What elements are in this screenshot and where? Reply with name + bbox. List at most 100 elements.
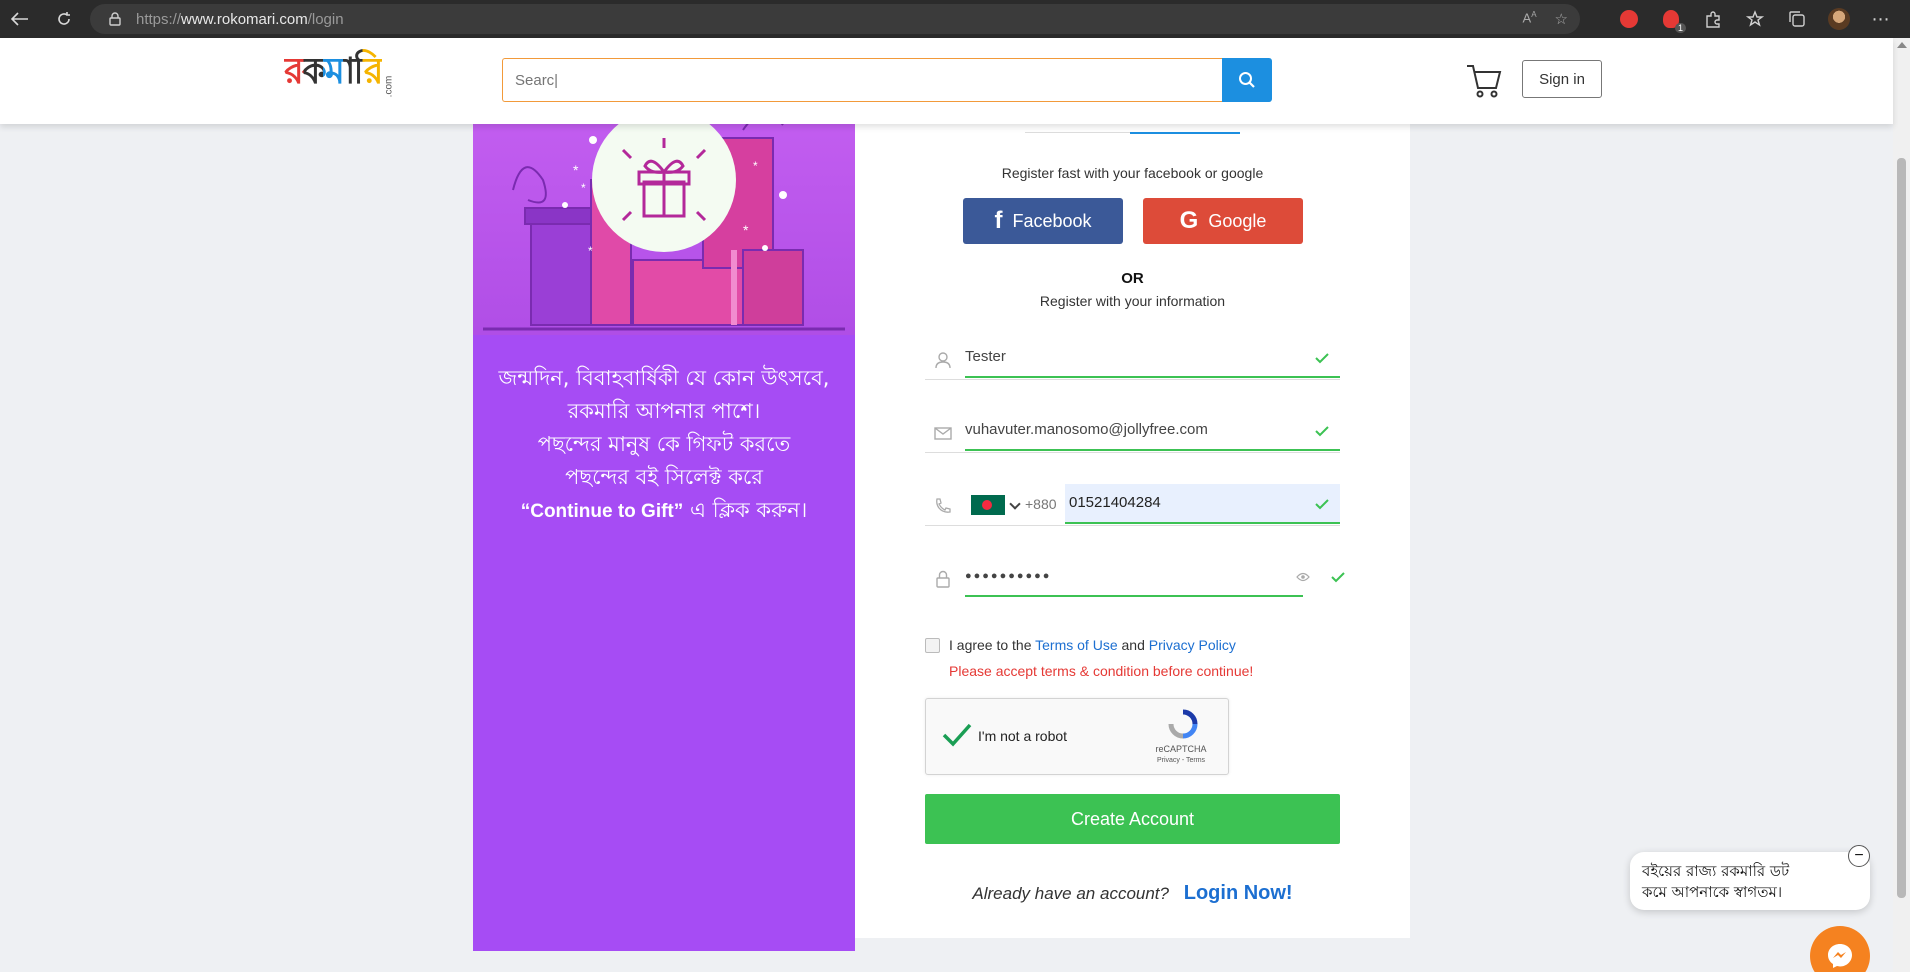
promo-line-5: “Continue to Gift” এ ক্লিক করুন। (473, 494, 855, 528)
bangladesh-flag-icon[interactable] (971, 495, 1005, 515)
name-field[interactable]: Tester (925, 338, 1340, 380)
login-prompt: Already have an account? Login Now! (855, 882, 1410, 905)
name-valid-check-icon (1315, 353, 1329, 364)
logo-com: .com (382, 75, 394, 98)
email-valid-check-icon (1315, 426, 1329, 437)
url-prefix: https:// (136, 10, 182, 28)
gift-promo-panel: * * * * * জন্মদিন, বিবাহবার্ষিকী যে কোন … (473, 110, 855, 951)
search-icon (1239, 72, 1255, 88)
chat-greeting-bubble[interactable]: বইয়ের রাজ্য রকমারি ডট কমে আপনাকে স্বাগত… (1630, 852, 1870, 910)
terms-error-message: Please accept terms & condition before c… (949, 663, 1254, 679)
url-path: /login (307, 10, 344, 28)
chat-close-button[interactable]: − (1848, 845, 1870, 867)
lock-icon (936, 570, 950, 588)
profile-avatar[interactable] (1828, 8, 1850, 30)
browser-toolbar: https://www.rokomari.com/login AA ☆ 1 ⋯ (0, 0, 1910, 38)
url-text[interactable]: https://www.rokomari.com/login (136, 11, 344, 28)
extensions-puzzle-icon[interactable] (1702, 8, 1724, 30)
captcha-label: I'm not a robot (978, 728, 1068, 744)
promo-line-2: রকমারি আপনার পাশে। (567, 399, 761, 423)
social-login-buttons: f Facebook G Google (963, 198, 1303, 244)
tab-register-underline (1130, 132, 1240, 134)
cart-icon[interactable] (1464, 60, 1504, 100)
tab-login-underline (1025, 132, 1130, 133)
promo-line-3: পছন্দের মানুষ কে গিফট করতে (537, 432, 791, 456)
svg-text:*: * (753, 159, 758, 173)
messenger-icon (1828, 944, 1852, 968)
rokomari-logo[interactable]: রকমারি .com (284, 50, 399, 104)
gift-boxes-illustration: * * * * * (473, 110, 855, 335)
search-button[interactable] (1222, 58, 1272, 102)
promo-line-4: পছন্দের বই সিলেক্ট করে (565, 465, 763, 489)
country-dropdown-chevron-icon[interactable] (1009, 498, 1021, 510)
favorites-icon[interactable] (1744, 8, 1766, 30)
page-scrollbar[interactable] (1893, 38, 1910, 972)
extension-rokomari-icon[interactable] (1618, 8, 1640, 30)
extension-notification-icon[interactable]: 1 (1660, 8, 1686, 33)
chat-line-2: কমে আপনাকে স্বাগতম। (1642, 883, 1783, 901)
terms-of-use-link[interactable]: Terms of Use (1035, 637, 1117, 653)
favorite-star-icon[interactable]: ☆ (1555, 10, 1568, 28)
email-field[interactable]: vuhavuter.manosomo@jollyfree.com (925, 411, 1340, 453)
phone-valid-check-icon (1315, 499, 1329, 510)
country-code: +880 (1025, 496, 1057, 512)
password-field[interactable]: ●●●●●●●●●● (925, 557, 1345, 599)
back-icon[interactable] (2, 0, 38, 38)
notification-badge: 1 (1674, 23, 1686, 33)
search-bar (502, 58, 1272, 102)
password-valid-check-icon (1331, 572, 1345, 583)
url-domain: www.rokomari.com (181, 10, 308, 28)
scroll-thumb[interactable] (1897, 158, 1906, 898)
create-account-button[interactable]: Create Account (925, 794, 1340, 844)
lock-icon[interactable] (108, 12, 122, 26)
privacy-policy-link[interactable]: Privacy Policy (1149, 637, 1236, 653)
login-now-link[interactable]: Login Now! (1184, 882, 1293, 904)
scroll-up-icon[interactable] (1897, 42, 1907, 48)
already-have-account-text: Already have an account? (972, 884, 1169, 903)
promo-line-5-bn: এ ক্লিক করুন। (683, 498, 808, 522)
phone-input[interactable]: 01521404284 (1065, 484, 1340, 524)
google-button[interactable]: G Google (1143, 198, 1303, 244)
collections-icon[interactable] (1786, 8, 1808, 30)
read-aloud-icon[interactable]: AA (1523, 10, 1537, 28)
password-input[interactable]: ●●●●●●●●●● (965, 557, 1303, 597)
facebook-button[interactable]: f Facebook (963, 198, 1123, 244)
email-input[interactable]: vuhavuter.manosomo@jollyfree.com (965, 411, 1340, 451)
svg-text:*: * (581, 181, 586, 195)
register-info-text: Register with your information (1039, 293, 1226, 309)
captcha-checked-icon[interactable] (942, 722, 972, 748)
or-divider: OR (1121, 270, 1144, 287)
messenger-chat-button[interactable] (1810, 926, 1870, 972)
phone-icon (936, 498, 951, 513)
terms-agreement: I agree to the Terms of Use and Privacy … (925, 637, 1236, 653)
email-icon (934, 427, 952, 440)
promo-cta-text: “Continue to Gift” (520, 501, 684, 522)
google-icon: G (1179, 207, 1199, 234)
terms-checkbox[interactable] (925, 637, 940, 653)
address-bar[interactable]: https://www.rokomari.com/login AA ☆ (90, 4, 1580, 34)
signin-button[interactable]: Sign in (1522, 60, 1602, 98)
svg-text:*: * (743, 222, 749, 238)
terms-text: I agree to the Terms of Use and Privacy … (949, 637, 1236, 653)
agree-and: and (1117, 637, 1149, 653)
user-icon (935, 352, 951, 369)
agree-prefix: I agree to the (949, 637, 1036, 653)
phone-field[interactable]: +880 01521404284 (925, 484, 1340, 526)
promo-line-1: জন্মদিন, বিবাহবার্ষিকী যে কোন উৎসবে, (498, 366, 830, 390)
svg-text:*: * (588, 244, 593, 258)
name-input[interactable]: Tester (965, 338, 1340, 378)
site-header: রকমারি .com Sign in (0, 38, 1893, 124)
promo-message: জন্মদিন, বিবাহবার্ষিকী যে কোন উৎসবে, রকম… (473, 362, 855, 528)
reload-icon[interactable] (46, 0, 82, 38)
register-card: Register fast with your facebook or goog… (855, 110, 1410, 938)
google-label: Google (1208, 210, 1267, 231)
captcha-brand: reCAPTCHA (1155, 744, 1207, 754)
captcha-privacy-terms-link[interactable]: Privacy - Terms (1146, 757, 1216, 764)
register-fast-text: Register fast with your facebook or goog… (1001, 165, 1264, 181)
facebook-icon: f (994, 207, 1003, 234)
show-password-eye-icon[interactable] (1296, 572, 1310, 582)
more-menu-icon[interactable]: ⋯ (1870, 8, 1892, 30)
search-input[interactable] (502, 58, 1222, 102)
gift-illustration: * * * * * (483, 110, 845, 331)
logo-text: রকমারি (284, 44, 384, 104)
